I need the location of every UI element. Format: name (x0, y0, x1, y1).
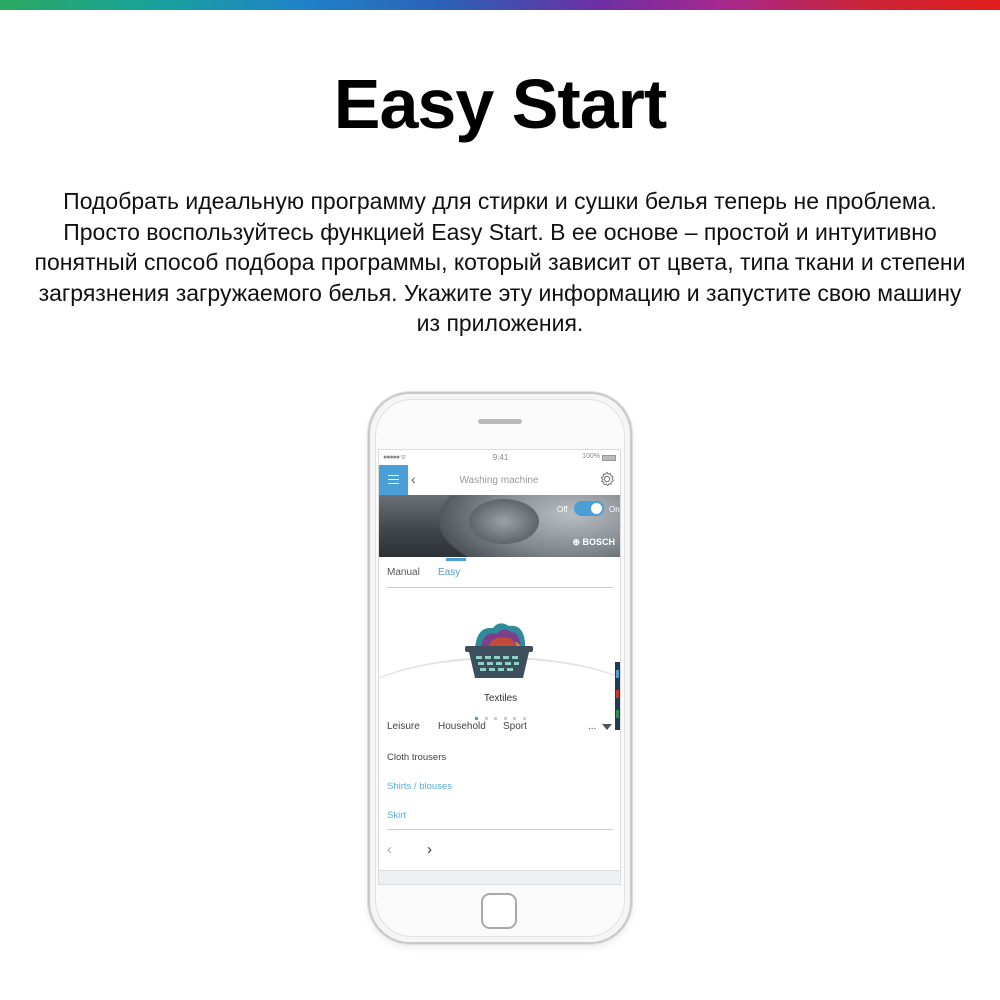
nav-title: Washing machine (459, 475, 539, 486)
home-button[interactable] (481, 893, 517, 929)
chevron-left-icon[interactable]: ‹ (411, 471, 416, 487)
category-label: Textiles (483, 693, 518, 704)
toggle-knob (591, 503, 602, 514)
toggle-on-label: On (609, 505, 620, 514)
previous-button[interactable]: ‹ (387, 841, 392, 858)
list-divider (387, 829, 613, 830)
mode-tabs: Manual Easy (387, 558, 613, 588)
active-tab-marker (446, 558, 466, 561)
pager-dot[interactable] (494, 717, 498, 720)
status-bar: ●●●●● ᯤ 9:41 100% (379, 450, 620, 465)
tab-easy[interactable]: Easy (438, 567, 460, 578)
battery-percent: 100% (582, 453, 600, 460)
drum-center (469, 499, 539, 544)
intro-text: Подобрать идеальную программу для стирки… (34, 188, 966, 336)
pager-dot[interactable] (484, 717, 488, 720)
list-item[interactable]: Skirt (387, 810, 406, 821)
brand-logo: ⊕ BOSCH (572, 537, 615, 547)
filter-row: Leisure Household Sport ... (387, 721, 613, 737)
battery-icon (602, 455, 616, 461)
laundry-basket-icon[interactable] (459, 618, 539, 682)
top-color-strip (0, 0, 1000, 10)
toggle-off-label: Off (557, 505, 568, 514)
power-toggle[interactable] (574, 501, 604, 516)
pager-dot[interactable] (503, 717, 507, 720)
triangle-down-icon[interactable] (602, 724, 612, 730)
appliance-banner: Off On ⊕ BOSCH (379, 495, 620, 557)
filter-more[interactable]: ... (588, 721, 596, 732)
gear-icon[interactable] (598, 470, 616, 488)
bottom-bar (379, 870, 620, 884)
filter-household[interactable]: Household (438, 721, 486, 732)
pager-dot[interactable] (522, 717, 526, 720)
filter-sport[interactable]: Sport (503, 721, 527, 732)
nav-bar: ‹ Washing machine (379, 465, 620, 495)
phone-speaker (478, 419, 522, 424)
hamburger-icon[interactable] (379, 465, 408, 495)
filter-leisure[interactable]: Leisure (387, 721, 420, 732)
pager-dot[interactable] (513, 717, 517, 720)
list-item[interactable]: Cloth trousers (387, 752, 446, 763)
next-button[interactable]: › (427, 841, 432, 858)
phone-screen: ●●●●● ᯤ 9:41 100% ‹ Washing machine Off … (378, 449, 621, 885)
tab-manual[interactable]: Manual (387, 567, 420, 578)
pager-dot[interactable] (475, 717, 479, 720)
page-title: Easy Start (333, 65, 667, 143)
list-item[interactable]: Shirts / blouses (387, 781, 452, 792)
